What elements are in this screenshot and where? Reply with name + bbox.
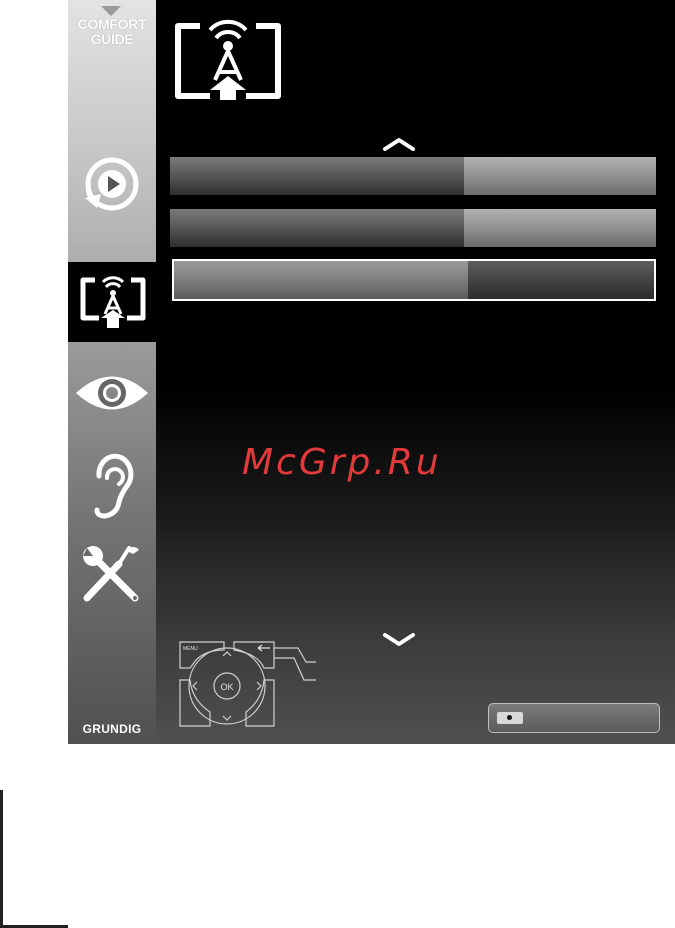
remote-control-hint: OK MENU — [166, 628, 316, 737]
menu-row-value — [464, 157, 656, 195]
settings-tools-icon — [83, 546, 139, 602]
sidebar-item-media[interactable] — [68, 146, 156, 222]
sound-ear-icon — [94, 453, 134, 519]
record-dot-icon — [507, 715, 512, 720]
menu-row-label — [170, 209, 464, 247]
menu-row-label — [170, 157, 464, 195]
network-settings-icon — [175, 19, 281, 100]
chevron-up-icon — [383, 138, 415, 151]
scroll-up-chevron[interactable] — [382, 137, 416, 156]
page-header-icon — [170, 14, 286, 105]
sidebar-item-network[interactable] — [68, 262, 158, 342]
sidebar-item-picture[interactable] — [68, 360, 156, 426]
watermark-text: McGrp.Ru — [242, 442, 442, 483]
menu-key-label: MENU — [183, 646, 198, 652]
comfort-guide-title: COMFORT GUIDE — [77, 16, 147, 47]
tv-screen: COMFORT GUIDE GRUNDIG McGrp.Ru OK MENU — [68, 0, 675, 744]
comfort-guide-sidebar: COMFORT GUIDE GRUNDIG — [68, 0, 158, 744]
menu-row-value — [468, 261, 654, 299]
scroll-up-arrow-icon[interactable] — [101, 6, 121, 16]
main-panel: McGrp.Ru OK MENU — [156, 0, 675, 744]
network-settings-icon — [80, 276, 146, 328]
media-play-icon — [85, 157, 139, 211]
menu-row-value — [464, 209, 656, 247]
page-corner-mark-vertical — [0, 790, 3, 928]
scroll-down-chevron[interactable] — [382, 632, 416, 651]
grundig-logo: GRUNDIG — [82, 722, 142, 736]
chevron-down-icon — [383, 633, 415, 646]
menu-row-1[interactable] — [170, 157, 656, 195]
menu-row-2[interactable] — [170, 209, 656, 247]
sidebar-item-settings[interactable] — [68, 538, 156, 608]
menu-row-3-selected[interactable] — [172, 259, 656, 301]
sidebar-item-sound[interactable] — [68, 448, 156, 524]
remote-navigation-icon: OK MENU — [179, 641, 316, 727]
ok-label: OK — [220, 682, 233, 692]
record-button-icon — [497, 712, 523, 724]
picture-eye-icon — [76, 376, 148, 410]
back-arrow-icon — [257, 644, 270, 652]
menu-row-label — [174, 261, 468, 299]
legend-record-hint — [488, 703, 660, 733]
